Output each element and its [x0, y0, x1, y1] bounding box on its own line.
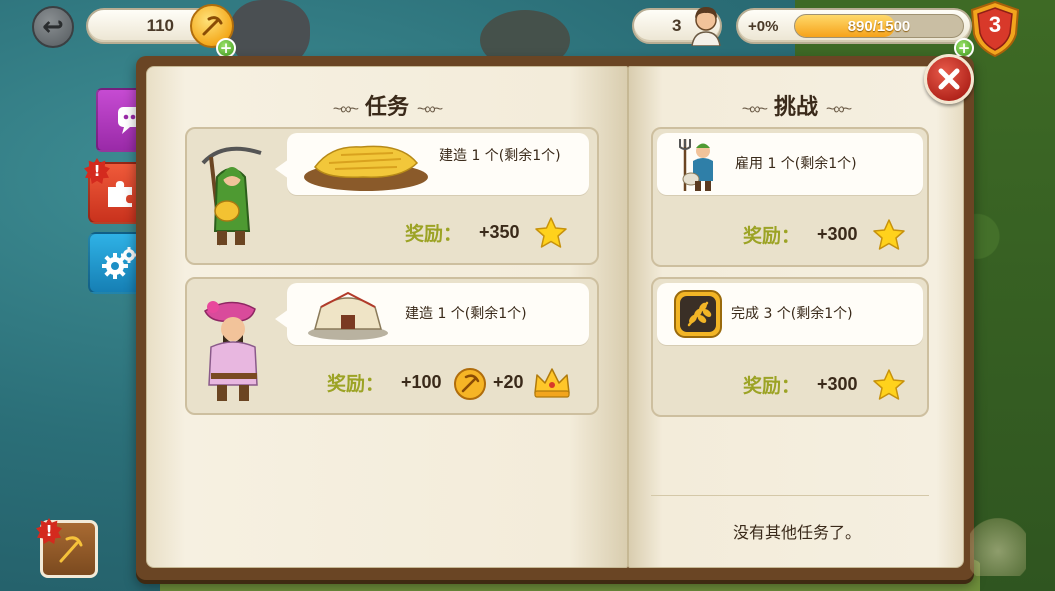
challenge-bubble: 雇用 1 个(剩余1个) — [657, 133, 923, 195]
challenge-bubble: 完成 3 个(剩余1个) — [657, 283, 923, 345]
experience-counter: +0% 890/1500 — [736, 8, 972, 44]
reward-label: 奖励： — [405, 223, 463, 245]
quests-page: ~∞~ 任务 ~∞~ 建造 1 个(剩余1个) 奖励： +350 建造 1 个(… — [146, 66, 628, 568]
puzzle-alert-badge: ! — [84, 158, 110, 184]
market-tent-icon — [308, 291, 388, 340]
ornament-left: ~∞~ — [332, 101, 359, 118]
xp-bonus: +0% — [748, 17, 779, 35]
add-coins-button[interactable]: + — [216, 38, 236, 58]
farmer-character-icon — [201, 146, 262, 246]
coin-amount: 110 — [146, 16, 174, 35]
close-button[interactable] — [924, 54, 974, 104]
quest-book: ~∞~ 任务 ~∞~ 建造 1 个(剩余1个) 奖励： +350 建造 1 个(… — [136, 56, 974, 580]
page-divider — [651, 495, 929, 496]
quest-book-alert-badge: ! — [36, 518, 62, 544]
worker-count: 3 — [672, 16, 682, 35]
undo-arrow-icon: ↩ — [42, 12, 64, 42]
ornament-right: ~∞~ — [826, 101, 852, 118]
villager-pitchfork-icon — [679, 139, 713, 191]
reward-label: 奖励： — [327, 373, 385, 395]
challenges-page: ~∞~ 挑战 ~∞~ 雇用 1 个(剩余1个) 奖励： +300 完成 3 个(… — [628, 66, 964, 568]
level-badge: 3 — [968, 0, 1022, 58]
coin-icon — [454, 368, 486, 400]
reward-value: +100 — [401, 372, 442, 392]
reward-value: +20 — [493, 372, 524, 392]
ornament-right: ~∞~ — [417, 101, 443, 118]
quest-card[interactable]: 建造 1 个(剩余1个) 奖励： +350 — [185, 127, 599, 265]
quest-description: 建造 1 个(剩余1个) — [405, 306, 527, 322]
wheat-badge-icon — [674, 290, 722, 338]
xp-progress-bar: 890/1500 — [794, 14, 964, 38]
reward-label: 奖励： — [743, 225, 801, 247]
merchant-character-icon — [204, 301, 258, 401]
close-icon — [938, 68, 960, 90]
xp-progress-text: 890/1500 — [847, 17, 911, 35]
back-button[interactable]: ↩ — [32, 6, 74, 48]
reward-value: +300 — [817, 374, 858, 394]
quest-speech-bubble: 建造 1 个(剩余1个) — [275, 133, 589, 195]
worker-icon — [684, 2, 728, 47]
sack-icon — [970, 514, 1026, 576]
wheat-field-icon — [304, 145, 428, 191]
star-icon — [535, 217, 567, 248]
challenge-card[interactable]: 雇用 1 个(剩余1个) 奖励： +300 — [651, 127, 929, 267]
quest-speech-bubble: 建造 1 个(剩余1个) — [275, 283, 589, 345]
star-icon — [873, 369, 905, 400]
gear-icon — [102, 247, 137, 279]
reward-label: 奖励： — [743, 375, 801, 397]
quest-description: 建造 1 个(剩余1个) — [439, 148, 561, 164]
level-number: 3 — [988, 12, 1002, 37]
quest-card[interactable]: 建造 1 个(剩余1个) 奖励： +100 +20 — [185, 277, 599, 415]
no-more-tasks-text: 没有其他任务了。 — [732, 523, 861, 542]
challenge-description: 雇用 1 个(剩余1个) — [735, 156, 857, 172]
crown-icon — [534, 368, 570, 398]
challenge-card[interactable]: 完成 3 个(剩余1个) 奖励： +300 — [651, 277, 929, 417]
star-icon — [873, 219, 905, 250]
challenge-description: 完成 3 个(剩余1个) — [731, 306, 853, 322]
ornament-left: ~∞~ — [741, 101, 768, 118]
reward-value: +300 — [817, 224, 858, 244]
challenges-title: ~∞~ 挑战 ~∞~ — [741, 94, 852, 119]
quests-title: ~∞~ 任务 ~∞~ — [332, 94, 443, 119]
reward-value: +350 — [479, 222, 520, 242]
